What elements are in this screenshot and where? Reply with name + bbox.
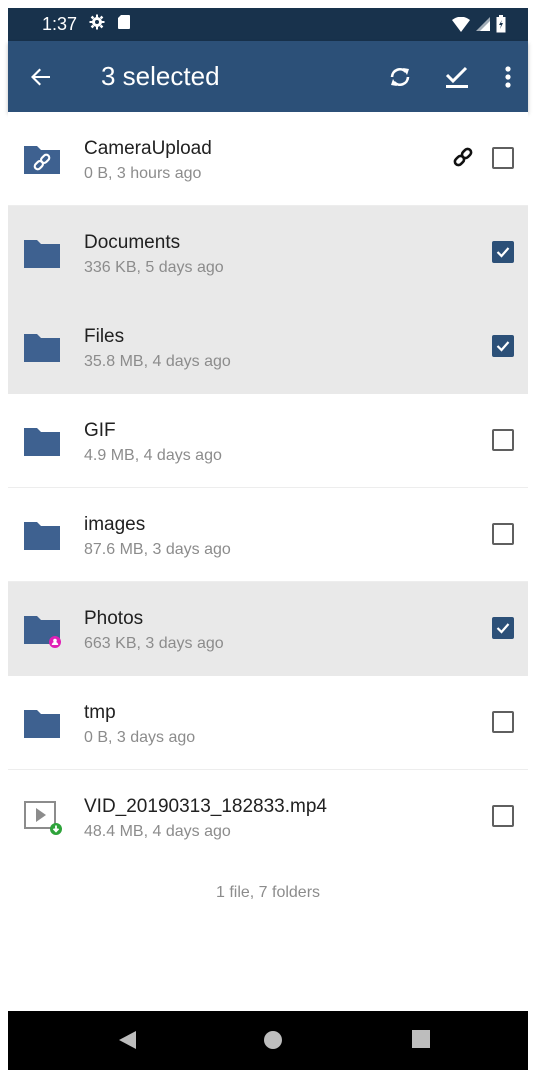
more-vert-icon[interactable] xyxy=(500,63,516,91)
list-item[interactable]: images 87.6 MB, 3 days ago xyxy=(8,488,528,582)
item-name: Documents xyxy=(84,232,181,253)
list-item[interactable]: GIF 4.9 MB, 4 days ago xyxy=(8,394,528,488)
status-bar: 1:37 xyxy=(8,8,528,41)
select-checkbox[interactable] xyxy=(492,429,514,451)
file-list: CameraUpload 0 B, 3 hours ago Documents … xyxy=(8,112,528,863)
item-meta: 336 KB, 5 days ago xyxy=(84,259,224,276)
folder-icon xyxy=(22,514,62,554)
item-meta: 87.6 MB, 3 days ago xyxy=(84,541,231,558)
status-time: 1:37 xyxy=(42,14,78,34)
select-checkbox[interactable] xyxy=(492,711,514,733)
video-file-icon xyxy=(22,796,62,836)
gear-icon xyxy=(89,14,105,35)
item-name: tmp xyxy=(84,702,116,723)
folder-icon xyxy=(22,420,62,460)
item-meta: 663 KB, 3 days ago xyxy=(84,635,224,652)
nav-home-icon[interactable] xyxy=(262,1029,284,1056)
back-arrow-icon[interactable] xyxy=(28,64,54,90)
list-item[interactable]: Documents 336 KB, 5 days ago xyxy=(8,206,528,300)
item-meta: 0 B, 3 hours ago xyxy=(84,165,202,182)
nav-back-icon[interactable] xyxy=(116,1029,138,1056)
shared-link-folder-icon xyxy=(22,138,62,178)
list-item[interactable]: CameraUpload 0 B, 3 hours ago xyxy=(8,112,528,206)
item-name: CameraUpload xyxy=(84,138,212,159)
select-checkbox[interactable] xyxy=(492,523,514,545)
system-nav-bar xyxy=(8,1011,528,1070)
item-name: GIF xyxy=(84,420,116,441)
item-count-summary: 1 file, 7 folders xyxy=(215,884,321,901)
item-meta: 0 B, 3 days ago xyxy=(84,729,196,746)
folder-icon xyxy=(22,326,62,366)
list-item[interactable]: Files 35.8 MB, 4 days ago xyxy=(8,300,528,394)
battery-icon xyxy=(496,15,506,38)
shared-folder-icon xyxy=(22,608,62,648)
item-meta: 4.9 MB, 4 days ago xyxy=(84,447,222,464)
select-checkbox[interactable] xyxy=(492,147,514,169)
list-item[interactable]: tmp 0 B, 3 days ago xyxy=(8,676,528,770)
nav-recents-icon[interactable] xyxy=(411,1029,431,1054)
selection-count-title: 3 selected xyxy=(101,61,220,91)
item-meta: 35.8 MB, 4 days ago xyxy=(84,353,231,370)
folder-icon xyxy=(22,232,62,272)
item-name: Files xyxy=(84,326,125,347)
signal-icon xyxy=(476,17,490,36)
item-name: Photos xyxy=(84,608,144,629)
link-icon xyxy=(452,146,474,168)
select-all-icon[interactable] xyxy=(443,63,471,91)
item-name: VID_20190313_182833.mp4 xyxy=(84,796,327,817)
select-checkbox[interactable] xyxy=(492,617,514,639)
sync-icon[interactable] xyxy=(386,63,414,91)
action-mode-bar: 3 selected xyxy=(8,41,528,112)
sd-card-icon xyxy=(117,14,131,35)
folder-icon xyxy=(22,702,62,742)
list-item[interactable]: Photos 663 KB, 3 days ago xyxy=(8,582,528,676)
select-checkbox[interactable] xyxy=(492,335,514,357)
item-name: images xyxy=(84,514,146,535)
item-meta: 48.4 MB, 4 days ago xyxy=(84,823,231,840)
wifi-icon xyxy=(452,16,470,37)
select-checkbox[interactable] xyxy=(492,241,514,263)
list-item[interactable]: VID_20190313_182833.mp4 48.4 MB, 4 days … xyxy=(8,770,528,863)
select-checkbox[interactable] xyxy=(492,805,514,827)
